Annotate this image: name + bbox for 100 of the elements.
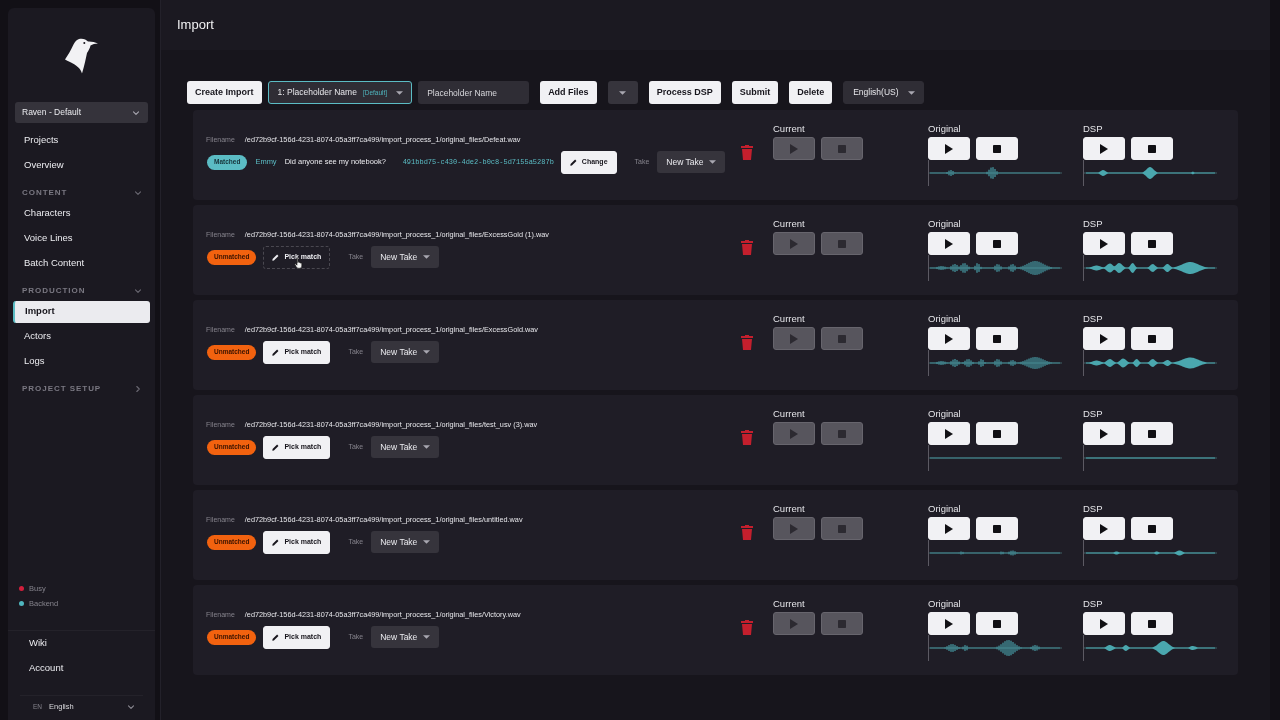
caret-down-icon <box>423 635 431 639</box>
play-icon <box>945 618 953 629</box>
trash-icon <box>741 335 753 350</box>
take-select[interactable]: New Take <box>371 531 440 553</box>
take-select[interactable]: New Take <box>371 246 440 268</box>
nav-item[interactable]: Import <box>13 300 150 323</box>
delete-button[interactable] <box>741 620 753 635</box>
stop-icon <box>838 239 846 248</box>
caret-down-icon <box>396 90 404 95</box>
nav-item[interactable]: Batch Content <box>13 252 150 275</box>
pencil-icon <box>569 158 577 166</box>
pencil-icon <box>272 348 280 356</box>
stop-icon <box>993 334 1001 343</box>
nav-item[interactable]: Actors <box>13 325 150 348</box>
delete-button[interactable] <box>741 335 753 350</box>
player-label: Current <box>773 598 806 610</box>
play-icon <box>1100 143 1108 154</box>
stop-icon <box>993 524 1001 533</box>
play-icon <box>945 428 953 439</box>
stop-icon <box>1148 239 1156 248</box>
play-icon <box>1100 523 1108 534</box>
stop-icon <box>838 334 846 343</box>
caret-down-icon <box>423 445 431 449</box>
stop-icon <box>993 619 1001 628</box>
nav-item[interactable]: Logs <box>13 350 150 373</box>
play-icon <box>945 238 953 249</box>
nav-item[interactable]: Characters <box>13 202 150 225</box>
pencil-icon <box>272 538 280 546</box>
player-label: DSP <box>1083 408 1104 420</box>
pencil-icon <box>272 633 280 641</box>
select-field[interactable]: English(US) <box>843 81 924 104</box>
play-icon <box>790 238 798 249</box>
take-select[interactable]: New Take <box>371 436 440 458</box>
player-label: Original <box>928 218 962 230</box>
play-icon <box>790 618 798 629</box>
toolbar-button[interactable]: Delete <box>789 81 833 104</box>
take-select[interactable]: New Take <box>371 341 440 363</box>
play-icon <box>790 523 798 534</box>
delete-button[interactable] <box>741 430 753 445</box>
trash-icon <box>741 430 753 445</box>
play-icon <box>945 523 953 534</box>
nav-item[interactable]: Overview <box>13 154 150 177</box>
stop-icon <box>1148 334 1156 343</box>
caret-down-icon <box>907 90 915 95</box>
caret-down-icon <box>709 160 717 164</box>
section-toggle[interactable]: PROJECT SETUP <box>22 383 142 394</box>
player-label: Original <box>928 408 962 420</box>
player-label: DSP <box>1083 123 1104 135</box>
delete-button[interactable] <box>741 525 753 540</box>
play-icon <box>945 143 953 154</box>
stop-icon <box>1148 619 1156 628</box>
player-label: Original <box>928 313 962 325</box>
stop-icon <box>838 524 846 533</box>
toolbar-button[interactable]: Process DSP <box>648 81 721 104</box>
player-label: Original <box>928 598 962 610</box>
caret-down-icon <box>619 90 627 95</box>
player-label: Original <box>928 123 962 135</box>
caret-down-icon <box>423 255 431 259</box>
player-label: Current <box>773 503 806 515</box>
dropdown-button[interactable] <box>607 81 638 104</box>
player-label: DSP <box>1083 313 1104 325</box>
bird-head-logo <box>64 38 99 74</box>
project-select[interactable]: Raven - Default <box>15 102 148 123</box>
player-label: DSP <box>1083 503 1104 515</box>
nav-item[interactable]: Projects <box>13 129 150 152</box>
delete-button[interactable] <box>741 145 753 160</box>
stop-icon <box>838 619 846 628</box>
chevron-down-icon <box>132 108 140 117</box>
pencil-icon <box>272 443 280 451</box>
stop-icon <box>993 239 1001 248</box>
play-icon <box>1100 618 1108 629</box>
stop-icon <box>838 144 846 153</box>
take-select[interactable]: New Take <box>371 626 440 648</box>
name-field[interactable]: Placeholder Name <box>418 81 530 104</box>
player-label: Current <box>773 123 806 135</box>
toolbar-button[interactable]: Submit <box>731 81 779 104</box>
stop-icon <box>993 429 1001 438</box>
page-title: Import <box>177 16 214 35</box>
play-icon <box>1100 333 1108 344</box>
stop-icon <box>1148 524 1156 533</box>
delete-button[interactable] <box>741 240 753 255</box>
pencil-icon <box>272 253 280 261</box>
player-label: Current <box>773 408 806 420</box>
toolbar-button[interactable]: Add Files <box>540 81 597 104</box>
nav-link[interactable]: Wiki <box>29 636 47 651</box>
nav-link[interactable]: Account <box>29 661 64 676</box>
section-toggle[interactable]: CONTENT <box>22 187 142 198</box>
play-icon <box>1100 428 1108 439</box>
play-icon <box>790 333 798 344</box>
player-label: Current <box>773 218 806 230</box>
play-icon <box>790 428 798 439</box>
trash-icon <box>741 145 753 160</box>
section-toggle[interactable]: PRODUCTION <box>22 285 142 296</box>
stop-icon <box>1148 429 1156 438</box>
toolbar-button[interactable]: Create Import <box>187 81 262 104</box>
take-select[interactable]: New Take <box>657 151 726 173</box>
caret-down-icon <box>423 350 431 354</box>
player-label: DSP <box>1083 598 1104 610</box>
nav-item[interactable]: Voice Lines <box>13 227 150 250</box>
trash-icon <box>741 620 753 635</box>
